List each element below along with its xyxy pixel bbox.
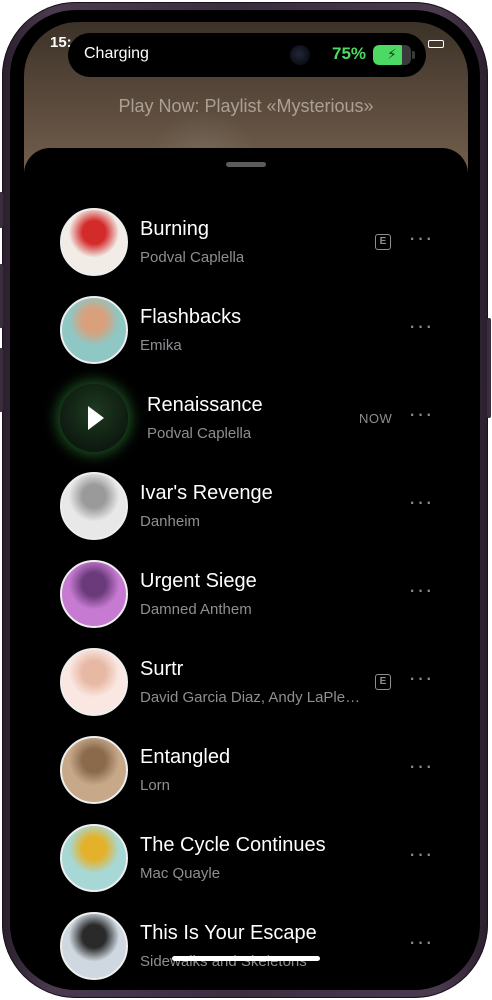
album-cover[interactable] — [60, 208, 128, 276]
track-row[interactable]: Ivar's Revenge Danheim ··· — [24, 472, 468, 560]
album-cover[interactable] — [60, 648, 128, 716]
more-options-icon[interactable]: ··· — [408, 843, 434, 865]
status-battery-icon — [428, 40, 444, 48]
track-artist: Danheim — [140, 513, 201, 530]
explicit-icon: E — [375, 674, 391, 690]
album-cover[interactable] — [60, 912, 128, 980]
sheet-grabber[interactable] — [226, 162, 266, 167]
more-options-icon[interactable]: ··· — [408, 315, 434, 337]
front-camera — [290, 45, 310, 65]
track-artist: Podval Caplella — [147, 425, 252, 442]
track-artist: Lorn — [140, 777, 171, 794]
track-title: Renaissance — [147, 394, 263, 416]
track-row[interactable]: This Is Your Escape Sidewalks and Skeleto… — [24, 912, 468, 990]
charging-bolt-icon: ⚡ — [387, 46, 397, 62]
track-artist: David Garcia Diaz, Andy LaPle… — [140, 689, 361, 706]
more-options-icon[interactable]: ··· — [408, 491, 434, 513]
album-cover[interactable] — [60, 824, 128, 892]
battery-percent: 75% — [332, 44, 367, 63]
more-options-icon[interactable]: ··· — [408, 667, 434, 689]
dynamic-island[interactable]: Charging 75% ⚡ — [68, 33, 426, 77]
power-button — [487, 318, 491, 418]
track-row[interactable]: Entangled Lorn ··· — [24, 736, 468, 824]
track-row[interactable]: Burning Podval Caplella E ··· — [24, 208, 468, 296]
track-row[interactable]: Flashbacks Emika ··· — [24, 296, 468, 384]
album-cover[interactable] — [60, 472, 128, 540]
action-button — [0, 192, 3, 228]
more-options-icon[interactable]: ··· — [408, 579, 434, 601]
track-title: The Cycle Continues — [140, 834, 326, 856]
battery-icon: ⚡ — [373, 45, 411, 65]
track-title: Flashbacks — [140, 306, 242, 328]
now-playing-label: NOW — [359, 411, 393, 426]
volume-up-button — [0, 264, 3, 328]
track-list: Burning Podval Caplella E ··· Flashbacks Emik… — [24, 208, 468, 990]
more-options-icon[interactable]: ··· — [408, 227, 434, 249]
album-cover[interactable] — [60, 736, 128, 804]
more-options-icon[interactable]: ··· — [408, 755, 434, 777]
more-options-icon[interactable]: ··· — [408, 931, 434, 953]
track-artist: Mac Quayle — [140, 865, 221, 882]
playlist-sheet[interactable]: Burning Podval Caplella E ··· Flashbacks Emik… — [24, 148, 468, 990]
track-title: Ivar's Revenge — [140, 482, 273, 504]
battery-cap — [412, 51, 415, 59]
album-cover[interactable] — [60, 384, 128, 452]
now-playing-banner[interactable]: Play Now: Playlist «Mysterious» — [24, 96, 468, 117]
album-cover[interactable] — [60, 560, 128, 628]
explicit-icon: E — [375, 234, 391, 250]
play-icon[interactable] — [88, 406, 104, 430]
track-row[interactable]: Urgent Siege Damned Anthem ··· — [24, 560, 468, 648]
album-cover[interactable] — [60, 296, 128, 364]
track-title: Surtr — [140, 658, 184, 680]
more-options-icon[interactable]: ··· — [408, 403, 434, 425]
track-row-current[interactable]: Renaissance Podval Caplella NOW ··· — [24, 384, 468, 472]
track-row[interactable]: Surtr David Garcia Diaz, Andy LaPle… E ··· — [24, 648, 468, 736]
track-title: Entangled — [140, 746, 231, 768]
track-title: This Is Your Escape — [140, 922, 317, 944]
track-title: Burning — [140, 218, 209, 240]
track-artist: Emika — [140, 337, 182, 354]
track-artist: Podval Caplella — [140, 249, 245, 266]
track-row[interactable]: The Cycle Continues Mac Quayle ··· — [24, 824, 468, 912]
home-indicator[interactable] — [172, 956, 320, 961]
volume-down-button — [0, 348, 3, 412]
track-artist: Damned Anthem — [140, 601, 252, 618]
track-title: Urgent Siege — [140, 570, 257, 592]
screen: Play Now: Playlist «Mysterious» 15: Char… — [24, 22, 468, 990]
charging-label: Charging — [84, 45, 149, 62]
